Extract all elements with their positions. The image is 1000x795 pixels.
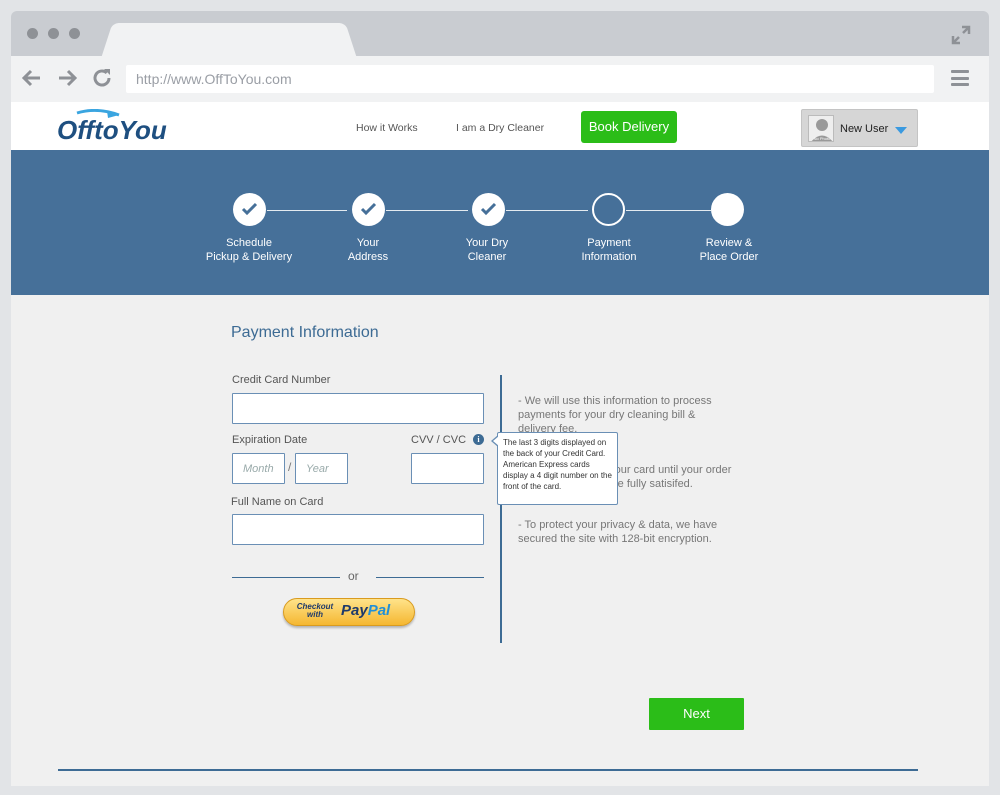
reload-icon[interactable]: [91, 67, 113, 89]
info-icon[interactable]: i: [473, 434, 484, 445]
progress-band: Schedule Pickup & Delivery Your Address …: [11, 150, 989, 295]
page-title: Payment Information: [231, 324, 379, 341]
or-text: or: [348, 569, 359, 583]
step-label-payment: Payment Information: [581, 237, 637, 263]
book-delivery-button[interactable]: Book Delivery: [581, 111, 677, 143]
tooltip-text: The last 3 digits displayed on the back …: [503, 438, 612, 491]
or-divider-left: [232, 577, 340, 578]
vertical-divider: [500, 375, 502, 643]
step-address-circle: [352, 193, 385, 226]
expiration-label: Expiration Date: [232, 434, 308, 446]
nav-how-it-works[interactable]: How it Works: [356, 122, 418, 134]
year-input[interactable]: [295, 453, 348, 484]
step-payment-circle: [592, 193, 625, 226]
url-bar[interactable]: http://www.OffToYou.com: [126, 65, 934, 93]
cvv-label: CVV / CVC: [411, 434, 467, 446]
maximize-dot[interactable]: [69, 28, 80, 39]
check-icon: [480, 202, 497, 216]
full-name-label: Full Name on Card: [231, 496, 324, 508]
step-cleaner-circle: [472, 193, 505, 226]
step-label-schedule: Schedule Pickup & Delivery: [205, 237, 293, 263]
cvv-input[interactable]: [411, 453, 484, 484]
check-icon: [241, 202, 258, 216]
forward-arrow-icon[interactable]: [56, 67, 78, 89]
step-label-review: Review & Place Order: [699, 237, 759, 263]
browser-toolbar: http://www.OffToYou.com: [11, 56, 989, 102]
offtoyou-logo[interactable]: OfftoYou: [57, 109, 177, 143]
info-payment-text: - We will use this information to proces…: [518, 395, 712, 435]
step-label-address: Your Address: [347, 237, 389, 263]
step-review-circle: [711, 193, 744, 226]
paypal-checkout-text: Checkout with: [296, 602, 334, 619]
svg-text:OfftoYou: OfftoYou: [57, 115, 167, 143]
chevron-down-icon: [895, 127, 907, 134]
date-separator: /: [288, 460, 292, 474]
avatar: No Photo: [808, 115, 834, 142]
step-connector: [626, 210, 711, 211]
nav-dry-cleaner[interactable]: I am a Dry Cleaner: [456, 122, 544, 134]
step-connector: [267, 210, 347, 211]
paypal-checkout-button[interactable]: Checkout with PayPal: [283, 598, 415, 626]
page: OfftoYou How it Works I am a Dry Cleaner…: [11, 102, 989, 786]
site-header: OfftoYou How it Works I am a Dry Cleaner…: [11, 102, 989, 150]
or-divider-right: [376, 577, 484, 578]
close-dot[interactable]: [27, 28, 38, 39]
user-name: New User: [840, 123, 889, 135]
step-schedule-circle: [233, 193, 266, 226]
user-silhouette-icon: No Photo: [811, 119, 833, 141]
back-arrow-icon[interactable]: [21, 67, 43, 89]
next-button[interactable]: Next: [649, 698, 744, 730]
check-icon: [360, 202, 377, 216]
browser-window: http://www.OffToYou.com OfftoYou How it …: [11, 11, 989, 786]
minimize-dot[interactable]: [48, 28, 59, 39]
month-input[interactable]: [232, 453, 285, 484]
menu-icon[interactable]: [951, 70, 969, 86]
expand-icon[interactable]: [951, 25, 971, 45]
svg-text:No Photo: No Photo: [814, 136, 831, 141]
card-number-label: Credit Card Number: [232, 374, 331, 386]
step-connector: [506, 210, 588, 211]
paypal-logo: PayPal: [341, 602, 391, 619]
step-connector: [386, 210, 468, 211]
browser-tab[interactable]: [119, 23, 339, 57]
window-controls: [27, 28, 80, 39]
footer-divider: [58, 769, 918, 771]
cvv-tooltip: The last 3 digits displayed on the back …: [491, 432, 618, 505]
info-privacy-text: - To protect your privacy & data, we hav…: [518, 519, 718, 545]
step-label-cleaner: Your Dry Cleaner: [465, 237, 509, 263]
user-menu-button[interactable]: No Photo New User: [801, 109, 918, 147]
card-number-input[interactable]: [232, 393, 484, 424]
full-name-input[interactable]: [232, 514, 484, 545]
